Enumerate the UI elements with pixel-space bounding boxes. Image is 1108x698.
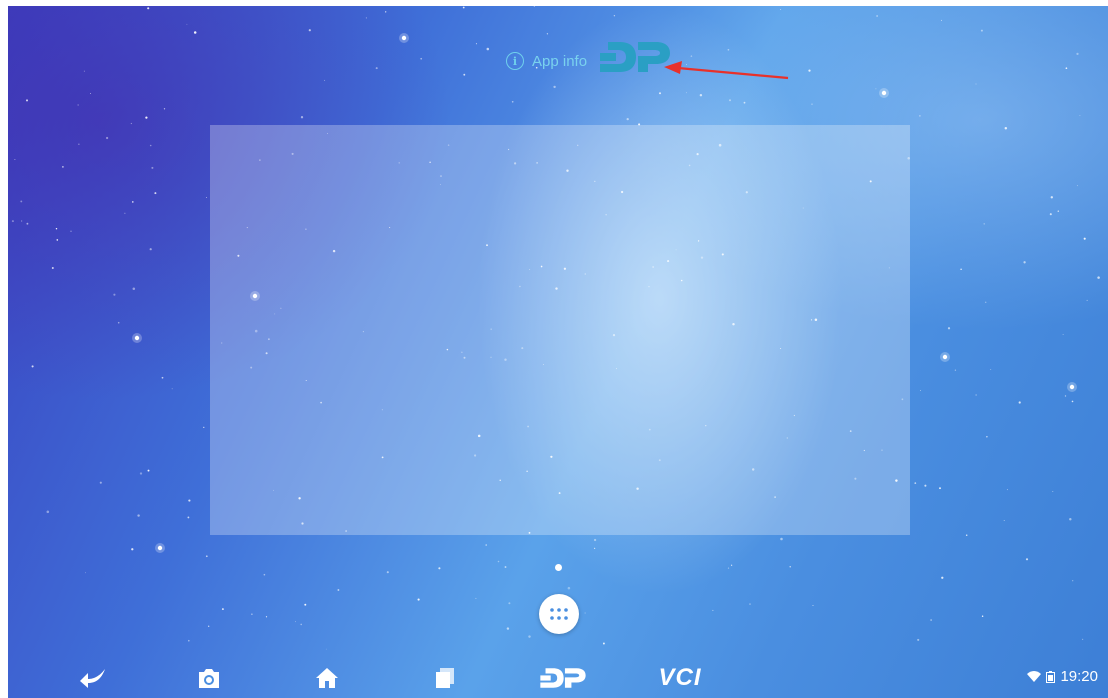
status-time: 19:20	[1060, 668, 1098, 685]
widget-area[interactable]	[210, 125, 910, 535]
page-indicator	[555, 564, 562, 571]
recents-button[interactable]	[430, 664, 460, 692]
home-screen: i App info VCI 19:20	[0, 0, 1108, 698]
screenshot-frame-top	[0, 0, 1108, 6]
annotation-arrow-icon	[664, 61, 789, 80]
apps-grid-icon	[550, 608, 568, 620]
app-info-label: App info	[532, 52, 588, 70]
dp-app-button[interactable]	[536, 664, 590, 692]
home-icon	[316, 668, 338, 688]
app-info-drop-target[interactable]: i App info	[506, 52, 587, 70]
wifi-icon	[1027, 671, 1042, 682]
screenshot-frame-left	[0, 0, 8, 698]
camera-icon	[199, 669, 219, 688]
navigation-bar: VCI 19:20	[0, 656, 1108, 698]
screenshot-button[interactable]	[194, 664, 224, 692]
recents-icon	[436, 668, 454, 688]
all-apps-button[interactable]	[539, 594, 579, 634]
back-button[interactable]	[76, 664, 110, 692]
vci-button[interactable]: VCI	[650, 664, 710, 692]
dp-logo-icon	[540, 668, 586, 688]
back-arrow-icon	[80, 669, 105, 688]
status-area: 19:20	[1027, 668, 1098, 685]
info-icon: i	[506, 52, 524, 70]
battery-icon	[1046, 670, 1056, 683]
home-button[interactable]	[312, 664, 342, 692]
vci-label: VCI	[658, 664, 702, 691]
